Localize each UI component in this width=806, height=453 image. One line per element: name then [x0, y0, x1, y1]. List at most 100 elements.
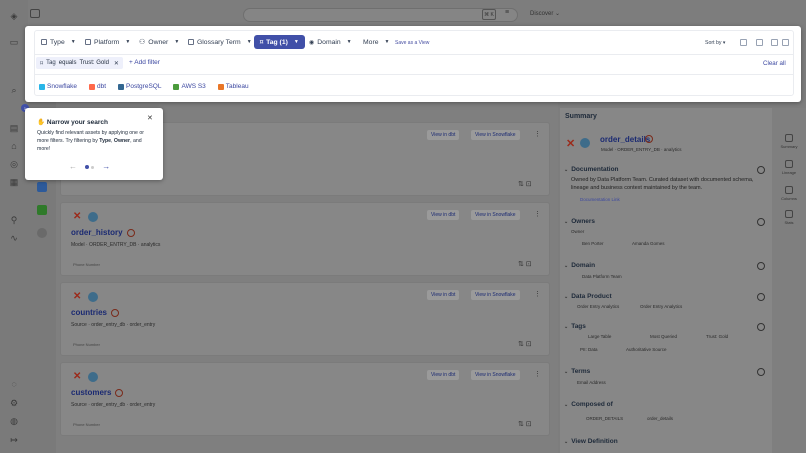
tag-chip[interactable]: PII: Data: [580, 347, 598, 352]
settings-icon[interactable]: ⚙: [8, 397, 20, 409]
home-icon[interactable]: ▭: [8, 36, 20, 48]
card-actions-icon[interactable]: ⇅ ⊡: [518, 420, 532, 428]
tag-chip[interactable]: Large Table: [588, 334, 611, 339]
search-nav-icon[interactable]: ⌕: [8, 84, 20, 96]
owner-chip[interactable]: Ben Porter: [582, 241, 604, 246]
edit-icon[interactable]: [757, 293, 765, 301]
view-in-snowflake-button[interactable]: View in Snowflake: [471, 290, 520, 300]
remove-filter-icon[interactable]: ✕: [114, 60, 119, 67]
owners-section[interactable]: ⌄ Owners: [564, 218, 595, 225]
data-product-section[interactable]: ⌄ Data Product: [564, 293, 612, 300]
prev-arrow-icon[interactable]: ←: [69, 162, 77, 171]
owner-chip[interactable]: Amanda Gomes: [632, 241, 665, 246]
result-title[interactable]: countries: [71, 308, 120, 317]
add-icon[interactable]: [757, 368, 765, 376]
quick-filter-snowflake[interactable]: Snowflake: [39, 83, 77, 90]
view-definition-section[interactable]: ⌄ View Definition: [564, 438, 618, 445]
tab-stats[interactable]: Stats: [776, 210, 802, 225]
quick-filter-postgresql[interactable]: PostgreSQL: [118, 83, 161, 90]
add-icon[interactable]: [757, 218, 765, 226]
postgres-source-icon[interactable]: [37, 228, 47, 238]
tag-filter-button[interactable]: ⌑ Tag (1) ▼: [254, 35, 305, 49]
add-icon[interactable]: [757, 323, 765, 331]
discover-dropdown[interactable]: Discover ⌄: [530, 10, 560, 17]
active-filter-chip[interactable]: ⌑ Tag equals Trust: Gold ✕: [36, 57, 123, 69]
view-in-snowflake-button[interactable]: View in Snowflake: [471, 130, 520, 140]
more-icon[interactable]: ⋮: [534, 130, 541, 138]
next-arrow-icon[interactable]: →: [102, 162, 110, 171]
glossary-term-filter-button[interactable]: Glossary Term ▼: [188, 35, 252, 49]
tag-chip[interactable]: Authoritative Source: [626, 347, 667, 352]
tab-lineage[interactable]: Lineage: [776, 160, 802, 175]
owner-filter-button[interactable]: ⚇ Owner ▼: [139, 35, 179, 49]
result-card[interactable]: ✕ customers Source · order_entry_db · or…: [60, 362, 550, 436]
help-icon[interactable]: ◌: [8, 378, 20, 390]
tag-chip[interactable]: Trust: Gold: [706, 334, 728, 339]
data-product-chip[interactable]: Order Entry Analytics: [577, 304, 619, 309]
domain-filter-button[interactable]: ◉ Domain ▼: [309, 35, 352, 49]
tag-nav-icon[interactable]: ⌂: [8, 140, 20, 152]
card-actions-icon[interactable]: ⇅ ⊡: [518, 260, 532, 268]
platform-filter-button[interactable]: Platform ▼: [85, 35, 130, 49]
result-card[interactable]: ✕ countries Source · order_entry_db · or…: [60, 282, 550, 356]
logout-icon[interactable]: ↦: [8, 434, 20, 446]
global-search-input[interactable]: [243, 8, 518, 22]
view-in-dbt-button[interactable]: View in dbt: [427, 370, 460, 380]
dbt-source-icon[interactable]: [37, 205, 47, 215]
tab-summary[interactable]: Summary: [776, 134, 802, 149]
view-in-dbt-button[interactable]: View in dbt: [427, 210, 460, 220]
data-product-chip[interactable]: Order Entry Analytics: [640, 304, 682, 309]
composed-of-section[interactable]: ⌄ Composed of: [564, 401, 613, 408]
snowflake-source-icon[interactable]: [37, 182, 47, 192]
close-icon[interactable]: ✕: [147, 114, 153, 122]
sidebar-toggle-icon[interactable]: [30, 9, 40, 18]
composed-item[interactable]: ORDER_DETAILS: [586, 416, 623, 421]
documentation-link[interactable]: Documentation Link: [580, 197, 620, 202]
view-in-dbt-button[interactable]: View in dbt: [427, 130, 460, 140]
documentation-section[interactable]: ⌄ Documentation: [564, 166, 619, 173]
domain-nav-icon[interactable]: ◎: [8, 158, 20, 170]
result-card[interactable]: ✕ order_history Model · ORDER_ENTRY_DB ·…: [60, 202, 550, 276]
sort-by-dropdown[interactable]: Sort by ▾: [705, 40, 725, 46]
lineage-tab-icon: [785, 160, 793, 168]
result-title[interactable]: order_history: [71, 228, 135, 237]
tab-columns[interactable]: Columns: [776, 186, 802, 201]
view-in-dbt-button[interactable]: View in dbt: [427, 290, 460, 300]
edit-icon[interactable]: [757, 262, 765, 270]
quick-filter-tableau[interactable]: Tableau: [217, 83, 249, 90]
more-icon[interactable]: ⋮: [534, 290, 541, 298]
clear-all-link[interactable]: Clear all: [763, 60, 786, 67]
quick-filter-aws-s3[interactable]: AWS S3: [173, 83, 206, 90]
quick-filter-dbt[interactable]: dbt: [89, 83, 106, 90]
card-actions-icon[interactable]: ⇅ ⊡: [518, 180, 532, 188]
sort-direction-icon[interactable]: [740, 39, 747, 46]
card-actions-icon[interactable]: ⇅ ⊡: [518, 340, 532, 348]
browse-icon[interactable]: ▤: [8, 122, 20, 134]
result-title[interactable]: customers: [71, 388, 124, 397]
entity-title[interactable]: order_details: [600, 135, 650, 144]
user-icon[interactable]: ◍: [8, 415, 20, 427]
tags-section[interactable]: ⌄ Tags: [564, 323, 586, 330]
more-icon[interactable]: ⋮: [534, 210, 541, 218]
glossary-nav-icon[interactable]: ▦: [8, 176, 20, 188]
analytics-icon[interactable]: ∿: [8, 232, 20, 244]
save-view-link[interactable]: Save as a View: [395, 40, 429, 46]
more-filter-button[interactable]: More ▼: [363, 35, 389, 49]
tag-chip[interactable]: Most Queried: [650, 334, 677, 339]
add-filter-button[interactable]: + Add filter: [129, 59, 160, 66]
grid-view-icon[interactable]: [771, 39, 778, 46]
term-chip[interactable]: Email Address: [577, 380, 606, 385]
domain-section[interactable]: ⌄ Domain: [564, 262, 595, 269]
filter-toggle-icon[interactable]: ≡: [505, 9, 514, 18]
view-in-snowflake-button[interactable]: View in Snowflake: [471, 210, 520, 220]
edit-icon[interactable]: [757, 166, 765, 174]
domain-chip[interactable]: Data Platform Team: [582, 274, 622, 279]
type-filter-button[interactable]: Type ▼: [41, 35, 76, 49]
view-in-snowflake-button[interactable]: View in Snowflake: [471, 370, 520, 380]
terms-section[interactable]: ⌄ Terms: [564, 368, 590, 375]
list-view-icon[interactable]: [782, 39, 789, 46]
share-icon[interactable]: [756, 39, 763, 46]
more-icon[interactable]: ⋮: [534, 370, 541, 378]
composed-item[interactable]: order_details: [647, 416, 673, 421]
ingest-icon[interactable]: ⚲: [8, 214, 20, 226]
